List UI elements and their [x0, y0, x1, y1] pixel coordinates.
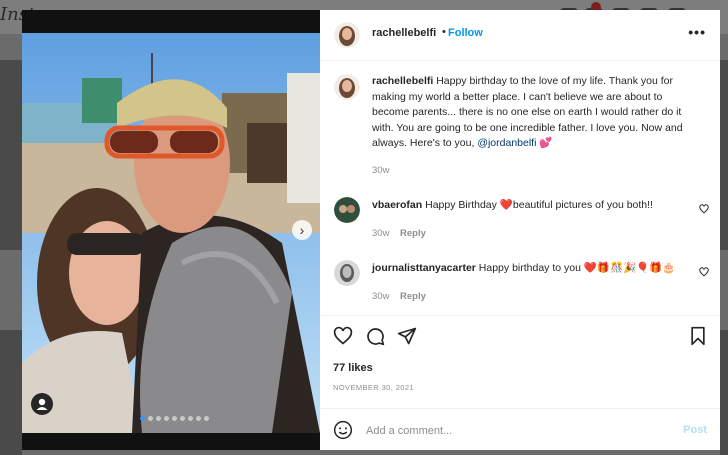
comment-icon[interactable] [365, 326, 385, 346]
comment-timestamp[interactable]: 30w [372, 228, 389, 239]
comment: vbaerofan Happy Birthday ❤️beautiful pic… [372, 198, 692, 213]
author-username[interactable]: rachellebelfi [372, 27, 436, 39]
like-comment-heart-icon[interactable] [699, 204, 709, 214]
save-bookmark-icon[interactable] [689, 326, 707, 346]
carousel-dot [204, 416, 209, 421]
carousel-dot [164, 416, 169, 421]
add-comment-input[interactable] [364, 420, 668, 442]
comment-username[interactable]: journalisttanyacarter [372, 262, 476, 274]
carousel-dot [140, 416, 145, 421]
action-bar [320, 315, 720, 356]
emoji-icon[interactable] [333, 420, 353, 440]
reply-button[interactable]: Reply [400, 228, 426, 239]
comment-timestamp[interactable]: 30w [372, 291, 389, 302]
comment: journalisttanyacarter Happy birthday to … [372, 261, 692, 276]
separator-dot: • [442, 26, 446, 38]
more-options-button[interactable]: ••• [688, 24, 706, 40]
reply-button[interactable]: Reply [400, 291, 426, 302]
carousel-indicator [140, 416, 209, 421]
background-tile [0, 60, 22, 250]
author-avatar[interactable] [334, 22, 360, 48]
post-media[interactable]: › [22, 10, 320, 450]
carousel-dot [172, 416, 177, 421]
commenter-avatar[interactable] [334, 197, 360, 223]
caption-timestamp[interactable]: 30w [372, 165, 389, 176]
post-comment-button[interactable]: Post [683, 424, 707, 436]
comment-text: Happy Birthday ❤️beautiful pictures of y… [425, 199, 653, 211]
follow-button[interactable]: Follow [448, 27, 483, 39]
next-image-button[interactable]: › [292, 220, 312, 240]
post-header: rachellebelfi • Follow ••• [320, 10, 720, 61]
background-tile [0, 330, 22, 455]
caption-mention[interactable]: @jordanbelfi [477, 137, 536, 149]
carousel-dot [156, 416, 161, 421]
like-count[interactable]: 77 likes [333, 362, 373, 374]
caption-username[interactable]: rachellebelfi [372, 75, 433, 87]
caption-avatar[interactable] [334, 74, 360, 100]
commenter-avatar[interactable] [334, 260, 360, 286]
comment-text: Happy birthday to you ❤️🎁🎊🎉🎈🎁🎂 [478, 262, 676, 274]
comment-username[interactable]: vbaerofan [372, 199, 422, 211]
carousel-dot [148, 416, 153, 421]
carousel-dot [180, 416, 185, 421]
like-comment-heart-icon[interactable] [699, 267, 709, 277]
carousel-dot [188, 416, 193, 421]
caption-emoji: 💕 [539, 137, 553, 149]
share-icon[interactable] [397, 326, 417, 346]
carousel-dot [196, 416, 201, 421]
like-heart-icon[interactable] [333, 326, 353, 346]
background-tile [720, 330, 728, 455]
post-date[interactable]: NOVEMBER 30, 2021 [333, 383, 414, 392]
tagged-users-button[interactable] [31, 393, 53, 415]
user-icon [36, 398, 48, 410]
post-details-panel: rachellebelfi • Follow ••• rachellebelfi… [320, 10, 720, 450]
post-photo [22, 33, 320, 433]
background-tile [720, 60, 728, 250]
add-comment-bar: Post [320, 408, 720, 451]
post-caption: rachellebelfi Happy birthday to the love… [372, 74, 702, 152]
